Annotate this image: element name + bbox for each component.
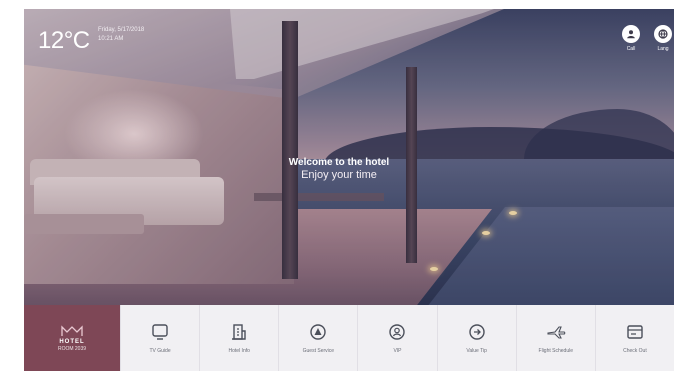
airplane-icon	[547, 326, 566, 339]
time-text: 10:21 AM	[98, 36, 124, 42]
bottom-menu-bar: HOTEL ROOM 2039 TV Guide Hotel Info Gues…	[24, 305, 674, 371]
menu-item-tv-guide[interactable]: TV Guide	[120, 305, 199, 371]
menu-item-value-tip[interactable]: Value Tip	[436, 305, 516, 371]
person-icon	[622, 25, 640, 43]
hotel-brand[interactable]: HOTEL ROOM 2039	[24, 305, 120, 371]
language-label: Lang	[657, 46, 669, 52]
welcome-subtitle: Enjoy your time	[301, 169, 377, 181]
menu-label: Check Out	[623, 348, 647, 354]
menu-item-hotel-info[interactable]: Hotel Info	[199, 305, 278, 371]
globe-icon	[654, 25, 672, 43]
tv-icon	[152, 324, 168, 340]
menu-label: Flight Schedule	[538, 348, 573, 354]
main-menu: TV Guide Hotel Info Guest Service VIP Va…	[120, 305, 674, 371]
menu-item-flight-schedule[interactable]: Flight Schedule	[515, 305, 595, 371]
menu-item-check-out[interactable]: Check Out	[594, 305, 674, 371]
date-text: Friday, 5/17/2018	[98, 27, 145, 33]
menu-item-guest-service[interactable]: Guest Service	[278, 305, 357, 371]
vip-icon	[389, 324, 406, 340]
call-button[interactable]: Call	[620, 25, 642, 52]
language-button[interactable]: Lang	[652, 25, 674, 52]
building-icon	[232, 324, 246, 340]
menu-label: Value Tip	[466, 348, 487, 354]
menu-item-vip[interactable]: VIP	[357, 305, 436, 371]
welcome-title: Welcome to the hotel	[288, 157, 390, 168]
hotel-logo-icon	[61, 324, 83, 336]
hotel-tv-screen: 12°C Friday, 5/17/2018 10:21 AM Call Lan…	[24, 9, 674, 371]
date-time: Friday, 5/17/2018 10:21 AM	[98, 26, 144, 44]
temperature-readout: 12°C	[38, 27, 90, 54]
menu-label: TV Guide	[149, 348, 171, 354]
menu-label: Hotel Info	[228, 348, 250, 354]
menu-label: Guest Service	[302, 348, 335, 354]
room-number: ROOM 2039	[57, 345, 87, 352]
brand-name: HOTEL	[59, 338, 85, 345]
checkout-icon	[627, 325, 643, 339]
call-label: Call	[626, 46, 636, 52]
bell-icon	[310, 324, 327, 340]
top-actions: Call Lang	[620, 25, 674, 52]
welcome-message: Welcome to the hotel Enjoy your time	[254, 157, 424, 181]
menu-label: VIP	[393, 348, 402, 354]
tip-icon	[468, 324, 485, 340]
